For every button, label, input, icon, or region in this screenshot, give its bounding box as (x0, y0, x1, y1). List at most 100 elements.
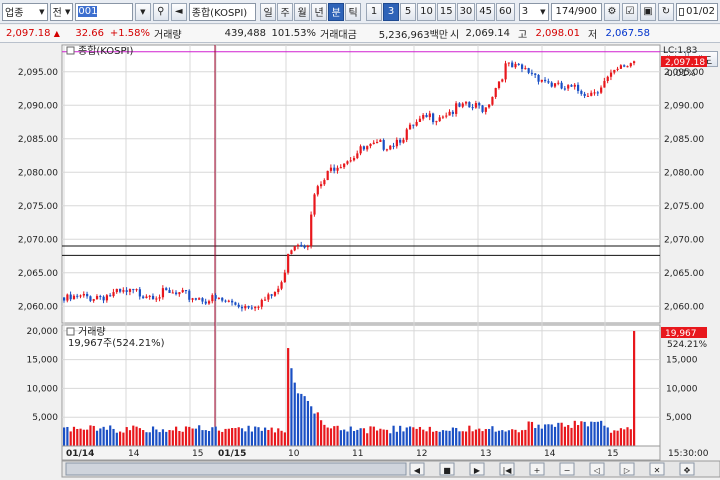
candle-body (356, 153, 359, 159)
candle-body (138, 289, 141, 297)
volume-bar (517, 432, 520, 446)
volume-bar (609, 432, 613, 446)
volume-bar (540, 428, 543, 446)
tab-period-year[interactable]: 년 (311, 2, 328, 21)
refresh-button[interactable]: ↻ (657, 2, 674, 21)
interval-30-button[interactable]: 30 (456, 2, 476, 21)
candlestick-chart[interactable]: 2,095.00 2,095.002,090.00 2,090.002,085.00… (0, 43, 720, 480)
candle-body (563, 88, 567, 90)
volume-y-tick-left: 10,000 (27, 384, 59, 394)
candle-body (412, 124, 415, 126)
interval-10-button[interactable]: 10 (417, 2, 436, 21)
volume-bar (184, 426, 188, 446)
candle-body (263, 299, 267, 301)
volume-bar (231, 428, 234, 446)
code-input[interactable]: 001 (75, 2, 133, 21)
gubun-select[interactable]: 전 ▼ (49, 2, 74, 21)
volume-bar (573, 420, 576, 446)
interval-60-button[interactable]: 60 (496, 2, 515, 21)
candle-body (362, 146, 366, 150)
price-y-tick-right: 2,080.00 (664, 168, 704, 178)
first-icon: |◀ (503, 466, 513, 475)
tab-period-month[interactable]: 월 (294, 2, 311, 21)
candle-body (514, 63, 517, 68)
candle-body (399, 139, 402, 143)
prev-icon: ◁ (593, 466, 600, 475)
candle-body (616, 68, 619, 70)
volume-bar (72, 426, 76, 446)
symbol-name: 종합(KOSPI) (188, 2, 257, 21)
count-field[interactable]: 174/900 (550, 2, 602, 21)
volume-bar (435, 430, 438, 446)
candle-body (339, 167, 342, 169)
tab-period-day[interactable]: 일 (260, 2, 277, 21)
volume-bar (567, 425, 570, 446)
candle-body (530, 72, 534, 74)
volume-bar (270, 427, 273, 446)
tab-period-week[interactable]: 주 (277, 2, 294, 21)
volume-bar (412, 427, 415, 446)
candle-body (250, 307, 254, 309)
volume-bar (547, 424, 550, 446)
volume-bar (379, 428, 382, 446)
volume-bar (511, 429, 514, 446)
candle-body (260, 299, 263, 307)
x-axis-label: 14 (128, 449, 140, 459)
interval-15-button[interactable]: 15 (436, 2, 456, 21)
candle-body (435, 121, 438, 123)
volume-y-tick-left: 15,000 (27, 356, 59, 366)
candle-body (76, 295, 79, 297)
scrollbar-thumb[interactable] (65, 462, 407, 476)
candle-body (478, 103, 481, 106)
save-button[interactable]: ▣ (639, 2, 656, 21)
next-icon: ▷ (624, 466, 631, 475)
market-select[interactable]: 업종 ▼ (2, 2, 48, 21)
candle-body (586, 95, 590, 97)
x-axis-label: 01/14 (66, 449, 94, 459)
candle-body (415, 121, 418, 126)
zoom-in-icon: + (534, 466, 541, 475)
volume-y-tick-right: 15,000 (666, 356, 698, 366)
price-panel[interactable] (61, 44, 661, 324)
settings-button[interactable]: ⚙ (603, 2, 620, 21)
cross-icon: ✕ (654, 466, 661, 475)
chevron-down-icon: ▼ (140, 7, 146, 16)
speaker-button[interactable]: ◄ (170, 2, 187, 21)
date-checkbox-icon[interactable] (678, 7, 685, 16)
candle-body (474, 103, 478, 108)
volume-bar (343, 429, 346, 446)
candle-body (491, 96, 494, 105)
search-button[interactable]: ⚲ (152, 2, 169, 21)
volume-bar (280, 430, 283, 446)
date-field[interactable]: 01/02 (675, 2, 718, 21)
interval-select[interactable]: 3 ▼ (518, 2, 549, 21)
tab-period-tick[interactable]: 틱 (345, 2, 362, 21)
interval-5-button[interactable]: 5 (400, 2, 417, 21)
candle-body (168, 290, 171, 293)
candle-body (240, 306, 244, 309)
candle-body (194, 298, 197, 300)
candle-body (494, 87, 497, 97)
volume-bar (544, 424, 547, 446)
interval-45-button[interactable]: 45 (476, 2, 496, 21)
interval-3-button[interactable]: 3 (383, 2, 400, 21)
code-dropdown-button[interactable]: ▼ (134, 2, 151, 21)
tab-period-minute[interactable]: 분 (328, 2, 345, 21)
volume-bar (178, 430, 181, 446)
price-panel-toggle-icon[interactable] (66, 46, 75, 55)
current-price: 2,097.18 ▲ (6, 28, 66, 39)
interval-1-button[interactable]: 1 (366, 2, 383, 21)
candle-body (547, 81, 550, 83)
volume-bar (504, 431, 507, 446)
symbol-name-text: 종합(KOSPI) (191, 8, 248, 19)
gubun-value: 전 (52, 8, 62, 19)
volume-bar (306, 400, 310, 446)
volume-bar (359, 428, 362, 446)
volume-panel-toggle-icon[interactable] (66, 327, 75, 336)
candle-body (277, 288, 280, 292)
checkbox-button[interactable]: ☑ (621, 2, 638, 21)
price-y-tick-left: 2,065.00 (18, 269, 58, 279)
volume-bar (491, 426, 494, 446)
candle-body (613, 69, 616, 73)
volume-y-tick-right: 10,000 (666, 384, 698, 394)
